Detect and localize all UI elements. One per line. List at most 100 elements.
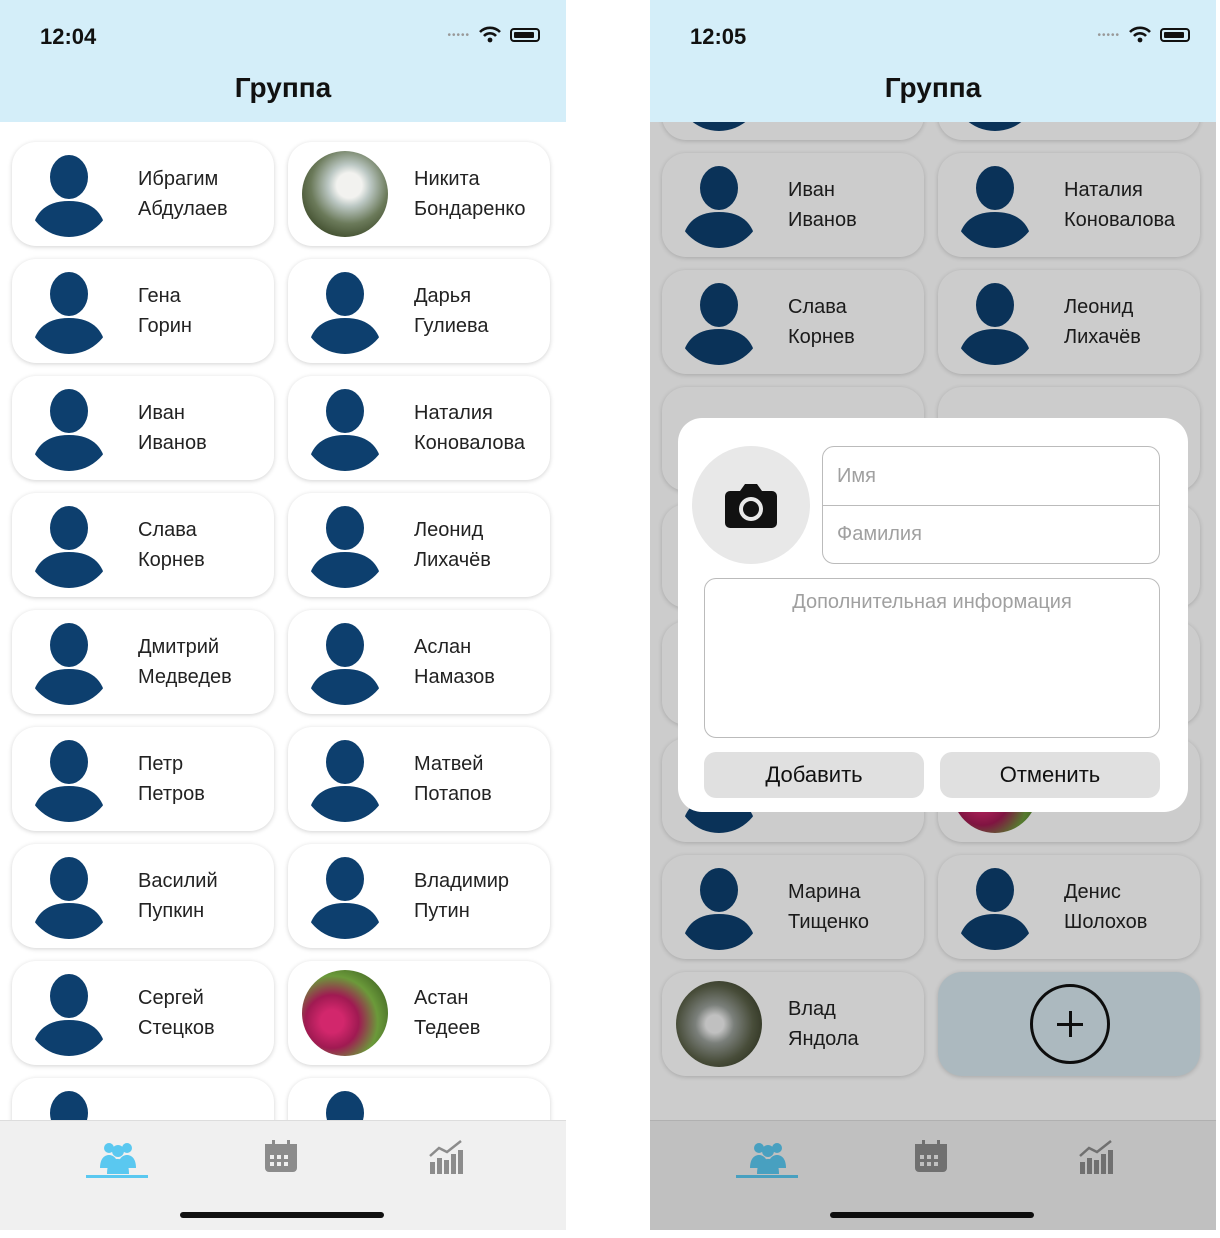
last-name: Иванов: [138, 432, 207, 454]
avatar: [302, 853, 388, 939]
first-name: Петр: [138, 753, 184, 775]
avatar-photo: [302, 151, 388, 237]
student-name: Гена Горин: [138, 281, 192, 341]
avatar-photo: [302, 970, 388, 1056]
person-icon: [32, 155, 106, 237]
tab-stats[interactable]: [416, 1131, 476, 1183]
first-name-input[interactable]: [837, 464, 1159, 488]
person-icon: [32, 623, 106, 705]
student-card[interactable]: Иван Иванов: [12, 376, 274, 480]
last-name: Коновалова: [414, 432, 526, 454]
avatar: [302, 619, 388, 705]
last-name: Потапов: [414, 783, 492, 805]
first-name: Астан: [414, 987, 469, 1009]
navigation-header: 12:04 ••••• Группа: [0, 0, 566, 122]
first-name: Никита: [414, 168, 480, 190]
first-name: Аслан: [414, 636, 472, 658]
avatar: [26, 853, 112, 939]
student-card[interactable]: Дарья Гулиева: [288, 259, 550, 363]
page-title: Группа: [884, 72, 982, 103]
first-name: Наталия: [414, 402, 493, 424]
last-name-input[interactable]: [837, 523, 1159, 546]
person-icon: [32, 974, 106, 1056]
student-name: Аслан Намазов: [414, 632, 495, 692]
first-name: Матвей: [414, 753, 484, 775]
page-title: Группа: [234, 72, 332, 103]
stats-icon: [429, 1140, 463, 1174]
cancel-button[interactable]: Отменить: [940, 752, 1160, 798]
student-card[interactable]: Слава Корнев: [12, 493, 274, 597]
signal-icon: •••••: [1097, 29, 1120, 41]
first-name-row: [823, 447, 1159, 505]
person-icon: [32, 506, 106, 588]
avatar: [302, 502, 388, 588]
last-name: Путин: [414, 900, 470, 922]
student-name: Сергей Стецков: [138, 983, 215, 1043]
student-card[interactable]: Денис: [288, 1078, 550, 1120]
person-icon: [308, 506, 382, 588]
avatar: [26, 268, 112, 354]
student-list: Ибрагим Абдулаев Никита Бондаренко Гена Горин…: [0, 122, 566, 1120]
last-name: Бондаренко: [414, 198, 526, 220]
student-name: Астан Тедеев: [414, 983, 480, 1043]
wifi-icon: [479, 26, 501, 43]
student-name: Василий Пупкин: [138, 866, 218, 926]
student-name: Никита Бондаренко: [414, 164, 525, 224]
avatar: [302, 1087, 388, 1120]
student-card[interactable]: Дмитрий Медведев: [12, 610, 274, 714]
student-name: Ибрагим Абдулаев: [138, 164, 228, 224]
student-name: Леонид Лихачёв: [414, 515, 491, 575]
person-icon: [308, 857, 382, 939]
avatar: [26, 619, 112, 705]
student-card[interactable]: Марина: [12, 1078, 274, 1120]
add-student-dialog: Добавить Отменить: [678, 418, 1188, 812]
last-name-row: [823, 505, 1159, 563]
student-card[interactable]: Ибрагим Абдулаев: [12, 142, 274, 246]
first-name: Дмитрий: [138, 636, 220, 658]
group-icon: [100, 1143, 136, 1174]
student-card[interactable]: Аслан Намазов: [288, 610, 550, 714]
student-card[interactable]: Василий Пупкин: [12, 844, 274, 948]
student-card[interactable]: Матвей Потапов: [288, 727, 550, 831]
student-name: Иван Иванов: [138, 398, 207, 458]
add-button[interactable]: Добавить: [704, 752, 924, 798]
home-indicator: [180, 1212, 384, 1218]
student-card[interactable]: Никита Бондаренко: [288, 142, 550, 246]
last-name: Абдулаев: [138, 198, 228, 220]
last-name: Медведев: [138, 666, 232, 688]
student-card[interactable]: Владимир Путин: [288, 844, 550, 948]
extra-info-input[interactable]: [705, 579, 1159, 737]
person-icon: [32, 857, 106, 939]
person-icon: [308, 272, 382, 354]
first-name: Сергей: [138, 987, 204, 1009]
status-icons: •••••: [447, 26, 540, 44]
phone-screen-add-dialog: 12:05 ••••• Группа ГоринГулиеваИванИвано…: [650, 0, 1216, 1230]
last-name: Намазов: [414, 666, 495, 688]
signal-icon: •••••: [447, 29, 470, 41]
student-card[interactable]: Астан Тедеев: [288, 961, 550, 1065]
photo-picker-button[interactable]: [692, 446, 810, 564]
avatar: [26, 736, 112, 822]
first-name: Дарья: [414, 285, 472, 307]
avatar: [26, 502, 112, 588]
person-icon: [308, 623, 382, 705]
student-card[interactable]: Леонид Лихачёв: [288, 493, 550, 597]
student-name: Владимир Путин: [414, 866, 509, 926]
student-name: Дарья Гулиева: [414, 281, 489, 341]
tab-calendar[interactable]: [251, 1131, 311, 1183]
person-icon: [50, 1091, 88, 1120]
student-name: Наталия Коновалова: [414, 398, 525, 458]
person-icon: [32, 389, 106, 471]
student-card[interactable]: Гена Горин: [12, 259, 274, 363]
student-card[interactable]: Наталия Коновалова: [288, 376, 550, 480]
first-name: Гена: [138, 285, 181, 307]
avatar: [302, 736, 388, 822]
status-time: 12:05: [690, 24, 747, 49]
student-card[interactable]: Петр Петров: [12, 727, 274, 831]
student-card[interactable]: Сергей Стецков: [12, 961, 274, 1065]
calendar-icon: [265, 1140, 297, 1172]
last-name: Лихачёв: [414, 549, 491, 571]
battery-icon: [1160, 28, 1190, 42]
last-name: Горин: [138, 315, 192, 337]
person-icon: [308, 740, 382, 822]
